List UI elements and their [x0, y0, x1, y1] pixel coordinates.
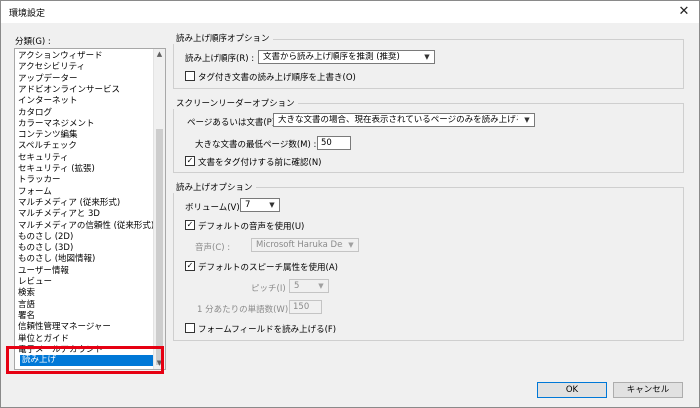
default-voice-label: デフォルトの音声を使用(U) — [198, 222, 305, 232]
window-title: 環境設定 — [9, 9, 46, 19]
category-item[interactable]: セキュリティ (拡張) — [18, 164, 95, 175]
category-item[interactable]: ものさし (地図情報) — [18, 254, 95, 265]
tagged-override-label: タグ付き文書の読み上げ順序を上書き(O) — [198, 73, 356, 83]
volume-select[interactable]: 7 ▼ — [240, 198, 280, 212]
category-item[interactable]: セキュリティ — [18, 153, 69, 164]
category-item[interactable]: アクションウィザード — [18, 51, 103, 62]
categories-list[interactable]: アクションウィザード アクセシビリティ アップデーター アドビオンラインサービス インタ… — [14, 48, 166, 370]
category-item[interactable]: カタログ — [18, 108, 52, 119]
preferences-dialog: 環境設定 ✕ 分類(G) : アクションウィザード アクセシビリティ アップデーター… — [0, 0, 700, 408]
min-pages-value: 50 — [321, 138, 332, 148]
category-item[interactable]: トラッカー — [18, 175, 61, 186]
pages-label: ページあるいは文書(P) : — [187, 118, 281, 128]
category-item[interactable]: マルチメディアの信頼性 (従来形式) — [18, 221, 154, 232]
readout-options-group-title: 読み上げオプション — [173, 181, 256, 193]
chevron-down-icon: ▼ — [524, 116, 530, 124]
pages-select[interactable]: 大きな文書の場合、現在表示されているページのみを読み上げる ▼ — [273, 113, 535, 127]
cancel-button[interactable]: キャンセル — [613, 382, 683, 398]
category-item[interactable]: マルチメディア (従来形式) — [18, 198, 120, 209]
voice-label: 音声(C) : — [195, 243, 231, 253]
category-item[interactable]: ユーザー情報 — [18, 266, 69, 277]
category-item[interactable]: マルチメディアと 3D — [18, 209, 100, 220]
volume-value: 7 — [245, 200, 251, 210]
category-item[interactable]: インターネット — [18, 96, 78, 107]
wpm-input[interactable]: 150 — [289, 300, 322, 314]
reading-order-value: 文書から読み上げ順序を推測 (推奨) — [263, 52, 400, 62]
categories-label: 分類(G) : — [15, 37, 51, 47]
category-item[interactable]: アップデーター — [18, 74, 78, 85]
wpm-label: 1 分あたりの単語数(W) : — [197, 305, 294, 315]
default-voice-checkbox[interactable]: ✓ — [185, 220, 195, 230]
chevron-down-icon: ▼ — [348, 241, 354, 249]
chevron-down-icon: ▼ — [269, 201, 275, 209]
form-fields-checkbox[interactable] — [185, 323, 195, 333]
wpm-value: 150 — [293, 302, 310, 312]
title-bar: 環境設定 ✕ — [1, 1, 699, 23]
category-item[interactable]: レビュー — [18, 277, 52, 288]
chevron-down-icon: ▼ — [318, 282, 324, 290]
default-speech-label: デフォルトのスピーチ属性を使用(A) — [198, 263, 338, 273]
category-item[interactable]: 単位とガイド — [18, 334, 69, 345]
category-item[interactable]: カラーマネジメント — [18, 119, 95, 130]
category-item[interactable]: 信頼性管理マネージャー — [18, 322, 111, 333]
reading-order-label: 読み上げ順序(R) : — [185, 54, 255, 64]
confirm-tagging-checkbox[interactable]: ✓ — [185, 156, 195, 166]
checkmark-icon: ✓ — [186, 156, 194, 165]
default-speech-checkbox[interactable]: ✓ — [185, 261, 195, 271]
pitch-label: ピッチ(I) : — [251, 284, 292, 294]
checkmark-icon: ✓ — [186, 261, 194, 270]
scrollbar-thumb[interactable] — [156, 129, 163, 365]
reading-order-group-title: 読み上げ順序オプション — [173, 32, 273, 44]
category-item[interactable]: ものさし (3D) — [18, 243, 73, 254]
category-item[interactable]: 検索 — [18, 288, 35, 299]
min-pages-input[interactable]: 50 — [317, 136, 351, 150]
volume-label: ボリューム(V) : — [185, 203, 246, 213]
confirm-tagging-label: 文書をタグ付けする前に確認(N) — [198, 158, 322, 168]
category-item[interactable]: 言語 — [18, 300, 35, 311]
voice-select[interactable]: Microsoft Haruka Deskto ▼ — [251, 238, 359, 252]
category-item[interactable]: アクセシビリティ — [18, 62, 85, 73]
pitch-select[interactable]: 5 ▼ — [289, 279, 329, 293]
category-item[interactable]: 署名 — [18, 311, 35, 322]
category-item[interactable]: ものさし (2D) — [18, 232, 73, 243]
form-fields-label: フォームフィールドを読み上げる(F) — [198, 325, 337, 335]
category-item[interactable]: フォーム — [18, 187, 52, 198]
category-item[interactable]: スペルチェック — [18, 141, 77, 152]
tagged-override-checkbox[interactable] — [185, 71, 195, 81]
categories-scrollbar[interactable]: ▲ ▼ — [153, 49, 165, 369]
pages-value: 大きな文書の場合、現在表示されているページのみを読み上げる — [278, 115, 518, 125]
chevron-down-icon: ▼ — [424, 53, 430, 61]
category-item[interactable]: アドビオンラインサービス — [18, 85, 120, 96]
category-item[interactable]: コンテンツ編集 — [18, 130, 78, 141]
scroll-up-icon[interactable]: ▲ — [154, 49, 165, 60]
voice-value: Microsoft Haruka Deskto — [256, 240, 343, 250]
close-icon[interactable]: ✕ — [675, 3, 693, 21]
highlight-frame — [6, 346, 164, 374]
min-pages-label: 大きな文書の最低ページ数(M) : — [195, 140, 317, 150]
pitch-value: 5 — [294, 281, 300, 291]
reading-order-select[interactable]: 文書から読み上げ順序を推測 (推奨) ▼ — [258, 50, 435, 64]
ok-button[interactable]: OK — [537, 382, 607, 398]
checkmark-icon: ✓ — [186, 220, 194, 229]
screen-reader-group-title: スクリーンリーダーオプション — [173, 97, 298, 109]
